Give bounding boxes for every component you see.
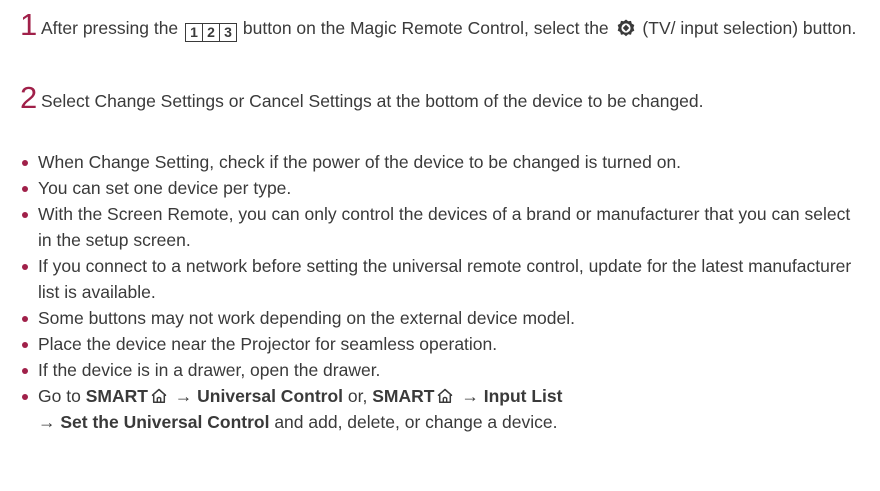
step-text-part: button on the Magic Remote Control, sele… <box>242 18 609 38</box>
note-item: If you connect to a network before setti… <box>21 253 861 305</box>
tv-input-gear-icon <box>617 19 634 37</box>
step-text: Select Change Settings or Cancel Setting… <box>41 91 704 111</box>
note-item: You can set one device per type. <box>21 175 861 201</box>
note-text: Go to <box>38 386 81 406</box>
note-item: When Change Setting, check if the power … <box>21 149 861 175</box>
step-text: After pressing the 123 button on the Mag… <box>41 15 860 42</box>
input-list-label: Input List <box>483 386 563 406</box>
digit-1: 1 <box>185 23 204 42</box>
note-item: Some buttons may not work depending on t… <box>21 305 861 331</box>
number-buttons-icon: 123 <box>185 23 238 42</box>
step-2: 2 Select Change Settings or Cancel Setti… <box>20 81 860 115</box>
note-item: With the Screen Remote, you can only con… <box>21 201 861 253</box>
note-item: If the device is in a drawer, open the d… <box>21 357 861 383</box>
step-number: 1 <box>20 7 38 42</box>
smart-label: SMART <box>85 386 148 406</box>
universal-control-label: Universal Control <box>197 386 344 406</box>
manual-page: 1 After pressing the 123 button on the M… <box>0 0 880 491</box>
step-1: 1 After pressing the 123 button on the M… <box>20 8 860 42</box>
note-item-navigation: Go to SMART → Universal Control or, SMAR… <box>21 383 861 435</box>
smart-label: SMART <box>372 386 435 406</box>
home-icon <box>438 388 453 404</box>
notes-list: When Change Setting, check if the power … <box>21 149 861 435</box>
note-text: or, <box>347 386 368 406</box>
arrow: → <box>38 412 56 432</box>
digit-2: 2 <box>202 23 221 42</box>
note-item: Place the device near the Projector for … <box>21 331 861 357</box>
digit-3: 3 <box>219 23 238 42</box>
arrow: → <box>461 386 479 406</box>
step-text-part: (TV/ input selection) button. <box>642 18 857 38</box>
step-text-part: After pressing the <box>41 18 179 38</box>
arrow: → <box>174 386 193 406</box>
note-text: and add, delete, or change a device. <box>274 412 558 432</box>
step-number: 2 <box>20 80 38 115</box>
home-icon <box>151 388 167 404</box>
set-universal-control-label: Set the Universal Control <box>60 412 270 432</box>
